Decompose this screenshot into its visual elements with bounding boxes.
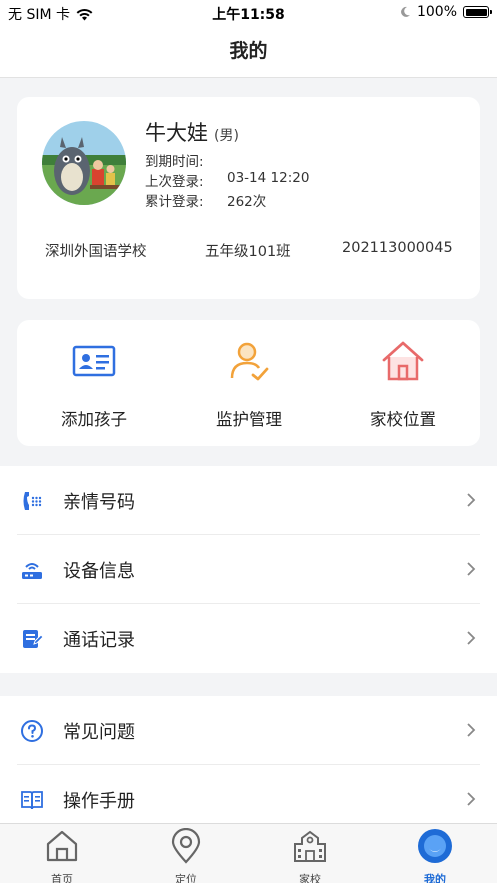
avatar[interactable] xyxy=(42,121,126,205)
status-bar: 无 SIM 卡 上午11:58 100% xyxy=(0,0,497,26)
profile-name-line: 牛大娃 (男) xyxy=(145,117,239,147)
tab-location[interactable]: 定位 xyxy=(124,827,248,883)
family-numbers-item[interactable]: 亲情号码 xyxy=(0,466,497,535)
family-numbers-label: 亲情号码 xyxy=(63,492,135,513)
add-child-label: 添加孩子 xyxy=(61,410,127,429)
chevron-right-icon xyxy=(467,562,476,576)
profile-tab-icon xyxy=(418,829,452,863)
last-login-row: 上次登录: 03-14 12:20 xyxy=(145,170,309,190)
total-login-label: 累计登录: xyxy=(145,194,204,210)
device-info-label: 设备信息 xyxy=(63,561,135,582)
device-info-item[interactable]: 设备信息 xyxy=(0,535,497,604)
quick-actions-card: 添加孩子 监护管理 家校位置 xyxy=(17,320,480,446)
call-log-label: 通话记录 xyxy=(63,630,135,651)
school-home-location-button[interactable]: 家校位置 xyxy=(328,338,478,430)
totoro-avatar-image xyxy=(42,121,126,205)
add-child-button[interactable]: 添加孩子 xyxy=(19,338,169,430)
location-pin-icon xyxy=(171,827,201,864)
call-log-icon xyxy=(23,630,44,648)
tab-bar: 首页 定位 家校 我的 xyxy=(0,823,497,883)
home-tab-icon xyxy=(46,830,78,862)
last-login-value: 03-14 12:20 xyxy=(227,170,310,186)
tab-profile[interactable]: 我的 xyxy=(373,828,497,883)
last-login-label: 上次登录: xyxy=(145,174,204,190)
page-title: 我的 xyxy=(0,26,497,78)
phone-icon xyxy=(23,492,42,510)
moon-icon xyxy=(401,6,410,17)
menu-group-1: 亲情号码 设备信息 通话记录 xyxy=(0,466,497,673)
question-icon xyxy=(21,720,43,742)
home-icon xyxy=(382,341,424,381)
total-login-row: 累计登录: 262次 xyxy=(145,190,266,210)
student-id: 202113000045 xyxy=(342,240,453,256)
menu-group-2: 常见问题 操作手册 xyxy=(0,696,497,834)
class-name: 五年级101班 xyxy=(205,244,291,260)
tab-home[interactable]: 首页 xyxy=(0,828,124,883)
school-home-location-label: 家校位置 xyxy=(370,410,436,429)
child-gender: (男) xyxy=(214,128,239,144)
tab-school-label: 家校 xyxy=(299,873,321,883)
chevron-right-icon xyxy=(467,493,476,507)
guardian-user-icon xyxy=(230,342,269,381)
tab-home-label: 首页 xyxy=(51,873,73,883)
call-log-item[interactable]: 通话记录 xyxy=(0,604,497,673)
device-icon xyxy=(22,563,42,579)
guardian-manage-button[interactable]: 监护管理 xyxy=(174,338,324,430)
manual-icon xyxy=(21,791,43,810)
tab-school[interactable]: 家校 xyxy=(248,828,372,883)
child-name: 牛大娃 xyxy=(145,121,208,145)
tab-profile-label: 我的 xyxy=(424,873,446,883)
school-building-icon xyxy=(294,830,326,862)
total-login-value: 262次 xyxy=(227,194,267,210)
chevron-right-icon xyxy=(467,631,476,645)
guardian-manage-label: 监护管理 xyxy=(216,410,282,429)
school-name: 深圳外国语学校 xyxy=(45,244,147,260)
chevron-right-icon xyxy=(467,723,476,737)
expiry-label: 到期时间: xyxy=(145,154,204,170)
expiry-row: 到期时间: xyxy=(145,150,204,170)
battery-percent: 100% xyxy=(416,4,457,20)
faq-label: 常见问题 xyxy=(63,722,135,743)
id-card-icon xyxy=(72,345,116,377)
faq-item[interactable]: 常见问题 xyxy=(0,696,497,765)
chevron-right-icon xyxy=(467,792,476,806)
manual-label: 操作手册 xyxy=(63,791,135,812)
battery-icon xyxy=(463,6,492,18)
tab-location-label: 定位 xyxy=(175,873,197,883)
profile-card[interactable]: 牛大娃 (男) 到期时间: 上次登录: 03-14 12:20 累计登录: 262… xyxy=(17,97,480,299)
